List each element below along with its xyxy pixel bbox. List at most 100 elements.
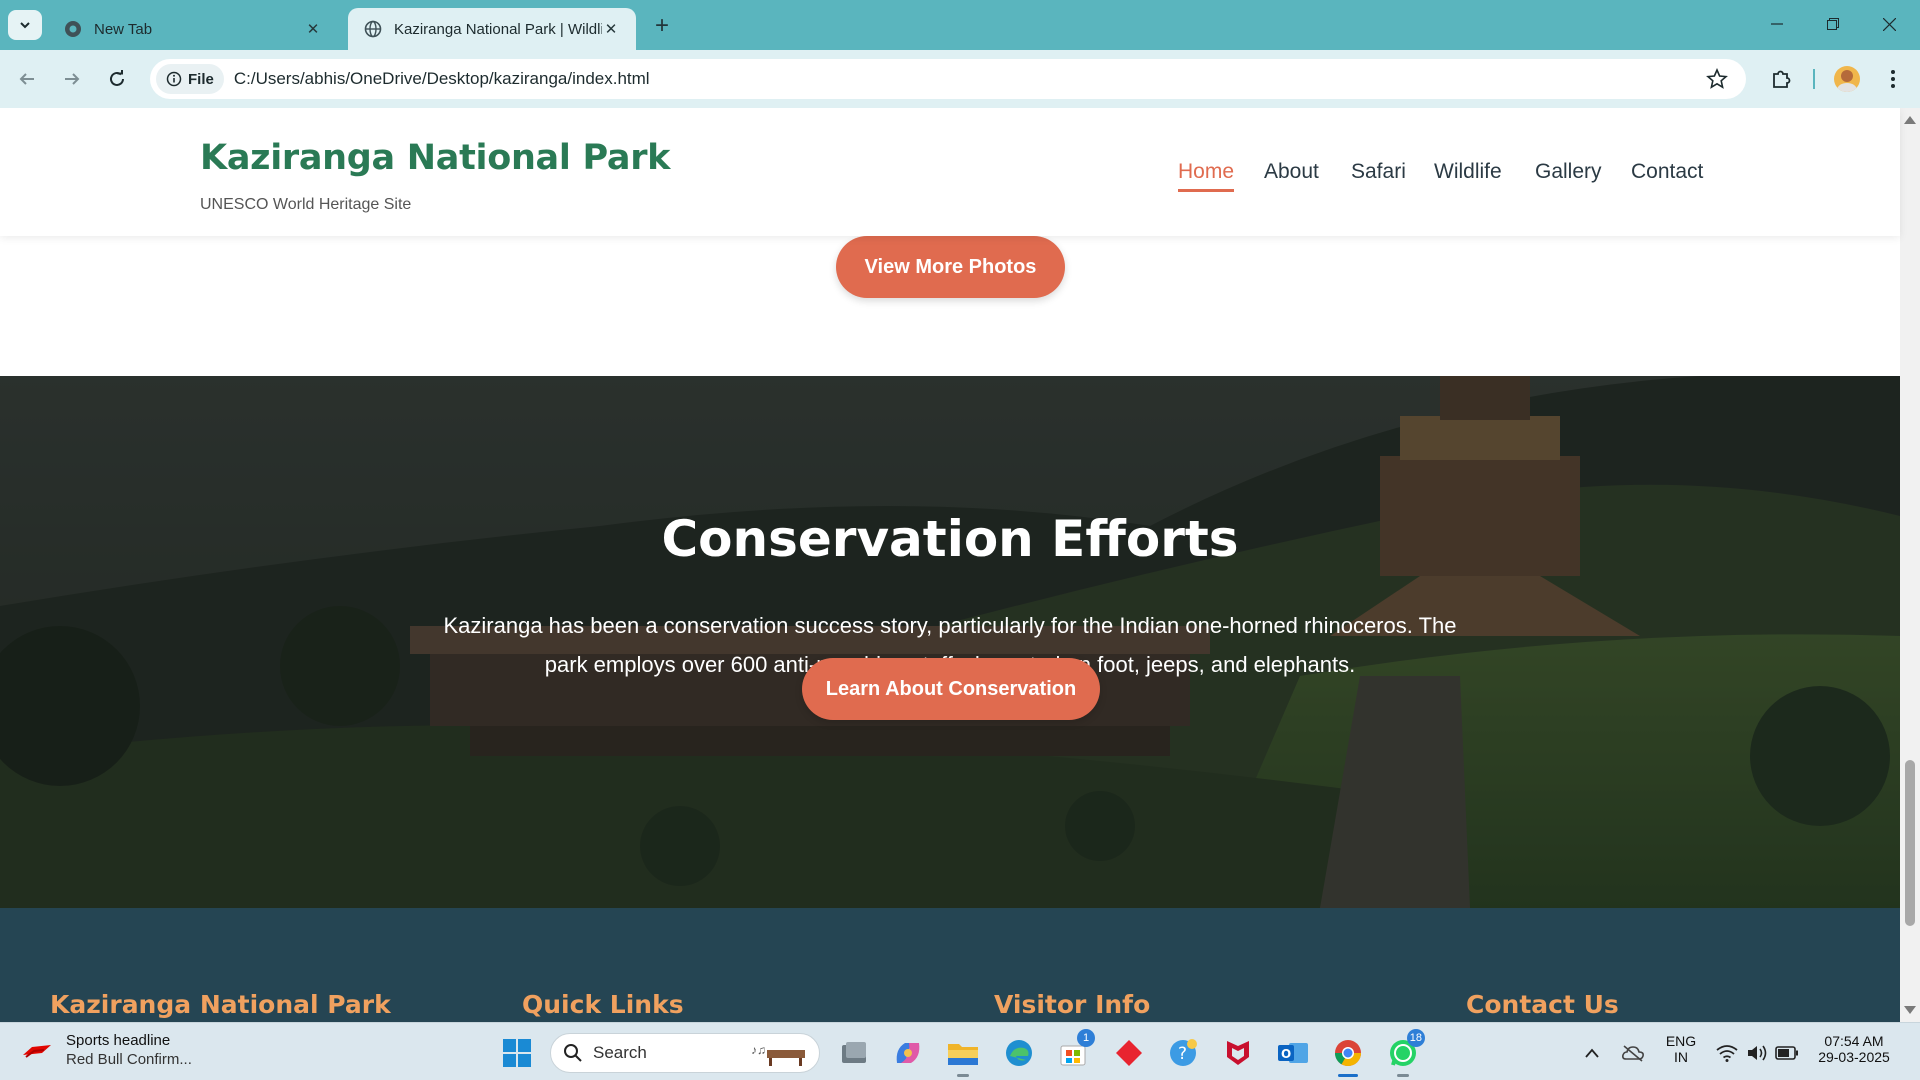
forward-button[interactable] xyxy=(55,62,89,96)
nav-about[interactable]: About xyxy=(1264,160,1319,184)
avatar xyxy=(1834,66,1860,92)
close-icon[interactable]: ✕ xyxy=(304,20,322,38)
folder-icon xyxy=(948,1044,978,1065)
page-scrollbar[interactable] xyxy=(1900,108,1920,1022)
app-diamond-button[interactable] xyxy=(1109,1033,1149,1073)
scroll-down-arrow[interactable] xyxy=(1904,1006,1916,1014)
extensions-button[interactable] xyxy=(1764,62,1798,96)
tab-new-tab[interactable]: New Tab ✕ xyxy=(48,8,338,50)
nav-home[interactable]: Home xyxy=(1178,160,1235,192)
search-icon xyxy=(564,1044,582,1062)
arrow-right-icon xyxy=(65,73,80,85)
active-indicator xyxy=(1338,1074,1358,1077)
search-placeholder: Search xyxy=(593,1043,647,1062)
view-more-photos-button[interactable]: View More Photos xyxy=(836,236,1065,298)
nav-wildlife[interactable]: Wildlife xyxy=(1434,160,1502,184)
notification-badge: 1 xyxy=(1077,1029,1095,1047)
battery-icon xyxy=(1775,1046,1798,1060)
file-explorer-button[interactable] xyxy=(943,1033,983,1077)
chrome-icon xyxy=(1334,1040,1362,1067)
conservation-title: Conservation Efforts xyxy=(661,510,1239,568)
wifi-icon xyxy=(1716,1045,1738,1062)
bookmark-star-icon[interactable] xyxy=(1706,68,1728,90)
reload-button[interactable] xyxy=(100,62,134,96)
copilot-icon xyxy=(896,1043,920,1063)
whatsapp-button[interactable]: 18 xyxy=(1383,1029,1425,1077)
close-window-button[interactable] xyxy=(1866,8,1912,40)
footer-heading-quick-links: Quick Links xyxy=(522,990,684,1019)
site-info-chip[interactable]: File xyxy=(156,64,224,94)
conservation-section: Conservation Efforts Kaziranga has been … xyxy=(0,376,1900,908)
news-subtitle: Red Bull Confirm... xyxy=(66,1051,192,1068)
running-indicator xyxy=(957,1074,969,1077)
clock-date: 29-03-2025 xyxy=(1818,1049,1890,1065)
nav-contact[interactable]: Contact xyxy=(1631,160,1703,184)
chip-label: File xyxy=(188,70,214,88)
copilot-button[interactable] xyxy=(888,1033,928,1073)
site-logo[interactable]: Kaziranga National Park xyxy=(200,138,670,178)
chrome-icon xyxy=(65,21,81,37)
svg-text:?: ? xyxy=(1178,1044,1187,1064)
mcafee-shield-icon xyxy=(1227,1041,1249,1065)
tab-title: New Tab xyxy=(94,20,153,38)
windows-taskbar: Sports headline Red Bull Confirm... Sear… xyxy=(0,1022,1920,1080)
nav-safari[interactable]: Safari xyxy=(1351,160,1406,184)
globe-icon xyxy=(364,20,382,38)
running-indicator xyxy=(1397,1074,1409,1077)
tab-search-button[interactable] xyxy=(8,10,42,40)
puzzle-icon xyxy=(1773,70,1791,88)
show-hidden-icons-button[interactable] xyxy=(1572,1033,1612,1073)
footer-heading-visitor-info: Visitor Info xyxy=(994,990,1151,1019)
taskbar-search[interactable]: Search ♪♫ xyxy=(550,1033,820,1073)
back-button[interactable] xyxy=(10,62,44,96)
scroll-thumb[interactable] xyxy=(1905,760,1915,926)
edge-button[interactable] xyxy=(999,1033,1039,1073)
footer-heading-contact: Contact Us xyxy=(1466,990,1619,1019)
close-icon[interactable]: ✕ xyxy=(602,20,620,38)
chrome-taskbar-button[interactable] xyxy=(1328,1033,1368,1077)
tab-kaziranga[interactable]: Kaziranga National Park | Wildlife Sanct… xyxy=(348,8,636,50)
outlook-button[interactable]: O xyxy=(1273,1033,1313,1073)
chevron-up-icon xyxy=(1585,1048,1599,1058)
scroll-up-arrow[interactable] xyxy=(1904,116,1916,124)
clock-time: 07:54 AM xyxy=(1824,1033,1884,1049)
arrow-left-icon xyxy=(19,73,34,85)
language-code: ENG xyxy=(1665,1033,1697,1049)
onedrive-status[interactable] xyxy=(1613,1033,1653,1073)
nav-gallery[interactable]: Gallery xyxy=(1535,160,1602,184)
new-tab-button[interactable]: + xyxy=(648,12,676,40)
battery-button[interactable] xyxy=(1767,1033,1807,1073)
tab-title: Kaziranga National Park | Wildlife Sanct… xyxy=(394,20,602,38)
mcafee-button[interactable] xyxy=(1218,1033,1258,1073)
toolbar-divider xyxy=(1813,69,1815,89)
help-icon: ? xyxy=(1170,1039,1197,1066)
learn-conservation-button[interactable]: Learn About Conservation xyxy=(802,658,1100,720)
kebab-menu-icon xyxy=(1891,70,1895,88)
url-text[interactable]: C:/Users/abhis/OneDrive/Desktop/kazirang… xyxy=(234,69,650,89)
microsoft-store-button[interactable]: 1 xyxy=(1053,1029,1095,1073)
region-code: IN xyxy=(1674,1049,1688,1065)
svg-text:O: O xyxy=(1281,1047,1291,1061)
address-bar[interactable]: File C:/Users/abhis/OneDrive/Desktop/kaz… xyxy=(150,59,1746,99)
menu-button[interactable] xyxy=(1876,62,1910,96)
diamond-app-icon xyxy=(1116,1040,1142,1066)
language-indicator[interactable]: ENG IN xyxy=(1660,1033,1702,1065)
news-widget[interactable]: Sports headline Red Bull Confirm... xyxy=(22,1032,192,1068)
gallery-section: View More Photos xyxy=(0,236,1900,376)
close-icon xyxy=(1882,17,1896,31)
profile-button[interactable] xyxy=(1830,62,1864,96)
minimize-button[interactable] xyxy=(1754,8,1800,40)
restore-button[interactable] xyxy=(1810,8,1856,40)
reload-icon xyxy=(110,70,124,86)
task-view-button[interactable] xyxy=(834,1033,874,1073)
f1-car-icon xyxy=(23,1045,51,1058)
site-tagline: UNESCO World Heritage Site xyxy=(200,196,412,213)
start-button[interactable] xyxy=(497,1033,537,1073)
notification-badge: 18 xyxy=(1406,1029,1425,1047)
get-help-button[interactable]: ? xyxy=(1163,1033,1203,1073)
restore-icon xyxy=(1827,18,1839,30)
outlook-icon: O xyxy=(1278,1043,1308,1063)
footer-heading-park: Kaziranga National Park xyxy=(50,990,391,1019)
clock[interactable]: 07:54 AM 29-03-2025 xyxy=(1810,1033,1898,1065)
site-footer: Kaziranga National Park Quick Links Visi… xyxy=(0,908,1900,1022)
